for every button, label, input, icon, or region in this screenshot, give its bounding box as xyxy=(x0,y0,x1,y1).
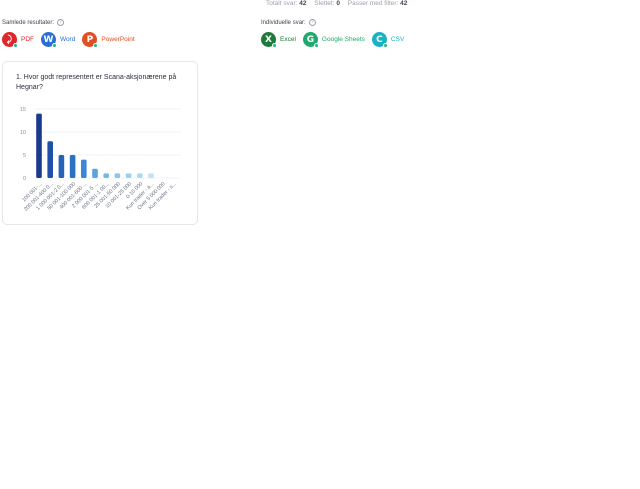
export-excel-label: Excel xyxy=(280,36,296,43)
individual-answers-title: Individuelle svar: ? xyxy=(261,19,411,26)
download-badge-icon xyxy=(382,43,388,48)
stat-deleted-label: Slettet: xyxy=(314,0,335,7)
csv-icon-glyph: C xyxy=(376,34,383,45)
stat-total-value: 42 xyxy=(299,0,307,7)
export-powerpoint-label: PowerPoint xyxy=(101,36,135,43)
stat-total-label: Totalt svar: xyxy=(266,0,298,7)
download-badge-icon xyxy=(272,43,277,48)
export-google-sheets-label: Google Sheets xyxy=(321,36,365,43)
combined-results-label: Samlede resultater: xyxy=(2,19,55,26)
powerpoint-icon: P xyxy=(82,32,99,48)
pdf-icon: ⤸ xyxy=(2,32,18,48)
stat-deleted-value: 0 xyxy=(336,0,340,7)
export-word-label: Word xyxy=(60,36,76,43)
bar xyxy=(148,173,154,178)
y-tick-label: 15 xyxy=(20,107,26,113)
stat-filtered-value: 42 xyxy=(400,0,408,7)
combined-results-title: Samlede resultater: ? xyxy=(2,19,142,26)
response-stats: Totalt svar: 42 Slettet: 0 Passer med fi… xyxy=(266,0,413,7)
powerpoint-icon-glyph: P xyxy=(86,34,94,45)
stat-filtered: Passer med filter: 42 xyxy=(348,0,408,7)
export-pdf-label: PDF xyxy=(21,36,34,43)
download-badge-icon xyxy=(93,43,99,48)
bar xyxy=(36,113,42,178)
export-word-button[interactable]: W Word xyxy=(41,32,76,48)
bar xyxy=(69,155,76,178)
csv-icon: C xyxy=(371,32,388,48)
export-powerpoint-button[interactable]: P PowerPoint xyxy=(82,32,135,48)
bar xyxy=(114,173,121,178)
stat-filtered-label: Passer med filter: xyxy=(347,0,399,7)
bar xyxy=(103,173,109,178)
help-icon[interactable]: ? xyxy=(57,19,65,26)
pdf-icon-glyph: ⤸ xyxy=(6,34,13,45)
download-badge-icon xyxy=(13,43,18,48)
export-excel-button[interactable]: X Excel xyxy=(261,32,296,48)
google-sheets-icon: G xyxy=(302,32,319,48)
individual-answers-label: Individuelle svar: xyxy=(261,19,306,26)
stat-total: Totalt svar: 42 xyxy=(266,0,306,7)
excel-icon: X xyxy=(261,32,277,48)
export-pdf-button[interactable]: ⤸ PDF xyxy=(2,32,34,48)
bar xyxy=(92,168,98,178)
combined-results-section: Samlede resultater: ? ⤸ PDF W Word P Pow… xyxy=(2,19,142,48)
download-badge-icon xyxy=(313,43,319,48)
y-tick-label: 5 xyxy=(23,153,26,159)
export-csv-label: CSV xyxy=(390,36,405,43)
export-csv-button[interactable]: C CSV xyxy=(371,32,405,48)
individual-export-list: X Excel G Google Sheets C CSV xyxy=(261,32,411,48)
export-google-sheets-button[interactable]: G Google Sheets xyxy=(302,32,365,48)
combined-export-list: ⤸ PDF W Word P PowerPoint xyxy=(2,32,142,48)
bar-chart: 051015100 001-...200 001-400 0...1 000 0… xyxy=(20,107,181,213)
excel-icon-glyph: X xyxy=(265,34,272,45)
google-sheets-icon-glyph: G xyxy=(306,34,315,45)
individual-answers-section: Individuelle svar: ? X Excel G Google Sh… xyxy=(261,19,411,48)
bar xyxy=(47,141,53,178)
download-badge-icon xyxy=(52,43,57,48)
y-tick-label: 10 xyxy=(20,130,26,136)
bar xyxy=(137,173,143,178)
help-icon[interactable]: ? xyxy=(308,19,316,26)
stat-deleted: Slettet: 0 xyxy=(314,0,340,7)
y-tick-label: 0 xyxy=(23,176,26,182)
bar xyxy=(58,155,65,178)
bar xyxy=(81,159,87,178)
word-icon: W xyxy=(41,32,57,48)
question-card: 1. Hvor godt representert er Scana-aksjo… xyxy=(2,61,198,225)
bar xyxy=(125,173,132,178)
